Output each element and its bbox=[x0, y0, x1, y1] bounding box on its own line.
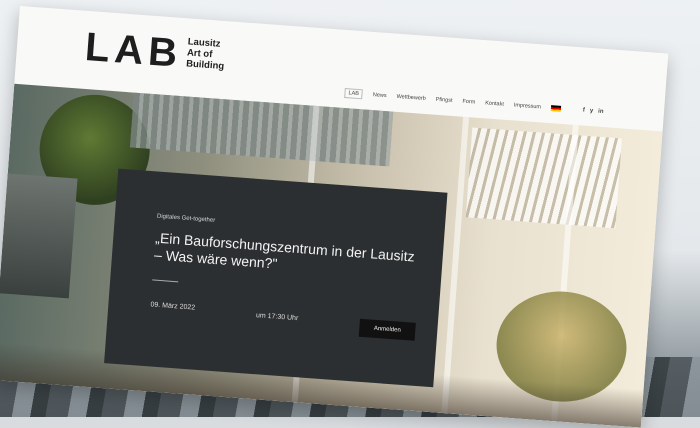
nav-item-wettbewerb[interactable]: Wettbewerb bbox=[396, 94, 426, 102]
logo-mark[interactable]: LAB bbox=[83, 25, 184, 77]
nav-item-lab[interactable]: LAB bbox=[344, 88, 364, 100]
nav-item-pfingst[interactable]: Pfingst bbox=[435, 97, 452, 104]
event-date: 09. März 2022 bbox=[150, 301, 196, 312]
youtube-icon[interactable]: y bbox=[590, 108, 594, 114]
event-card: Digitales Get-together „Ein Bauforschung… bbox=[104, 168, 448, 388]
hero-column bbox=[441, 116, 470, 414]
nav-item-form[interactable]: Form bbox=[462, 99, 475, 106]
event-divider bbox=[152, 279, 179, 283]
hero-roof-slats bbox=[465, 127, 622, 229]
logo-line-3: Building bbox=[185, 58, 225, 73]
event-kicker: Digitales Get-together bbox=[156, 213, 216, 224]
nav-item-news[interactable]: News bbox=[373, 92, 387, 99]
event-title: „Ein Bauforschungszentrum in der Lausitz… bbox=[153, 229, 416, 272]
event-time: um 17:30 Uhr bbox=[255, 312, 299, 323]
social-links: f y in bbox=[583, 108, 604, 115]
hero-wall bbox=[0, 173, 78, 299]
register-button[interactable]: Anmelden bbox=[358, 318, 416, 341]
linkedin-icon[interactable]: in bbox=[598, 109, 604, 115]
website-sheet: LAB Lausitz Art of Building LAB News Wet… bbox=[0, 6, 669, 428]
nav-item-impressum[interactable]: Impressum bbox=[514, 102, 542, 110]
nav-item-kontakt[interactable]: Kontakt bbox=[485, 100, 504, 107]
logo-text: Lausitz Art of Building bbox=[186, 36, 226, 72]
facebook-icon[interactable]: f bbox=[583, 108, 585, 114]
german-flag-icon[interactable] bbox=[550, 105, 562, 112]
